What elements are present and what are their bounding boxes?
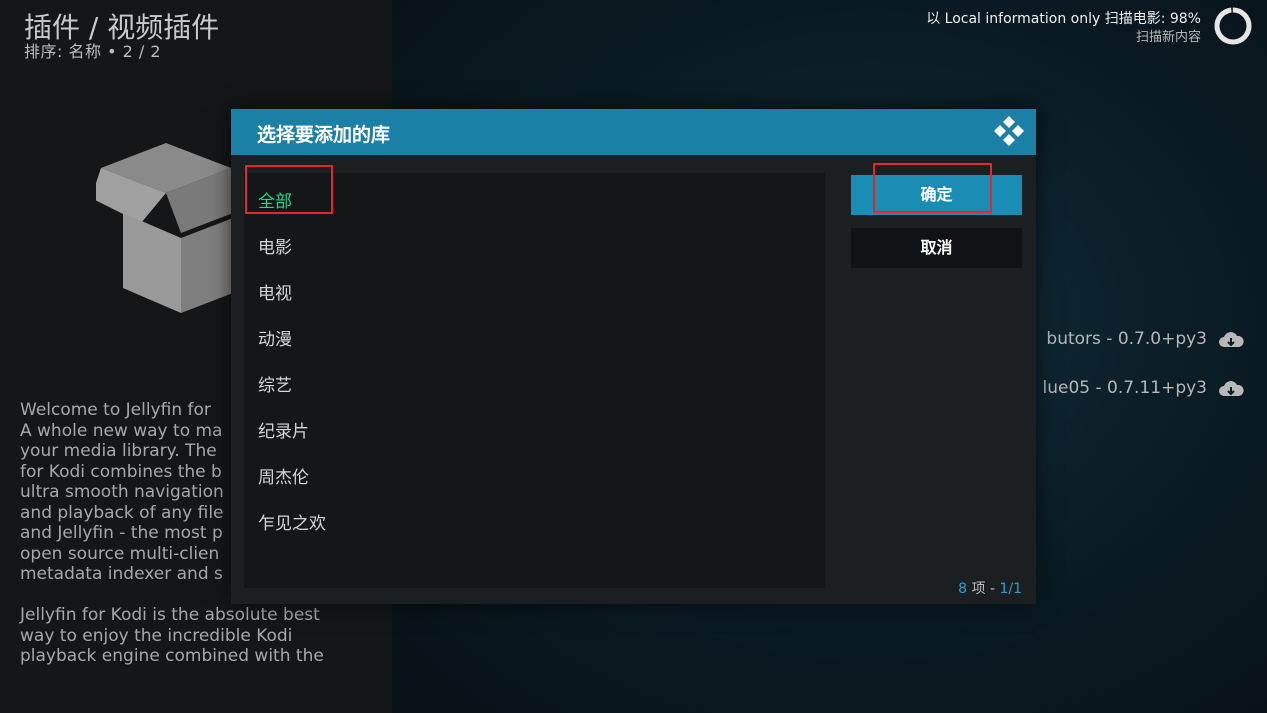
library-item-documentary[interactable]: 纪录片 bbox=[258, 417, 309, 442]
library-item-variety[interactable]: 综艺 bbox=[258, 371, 292, 396]
cloud-download-icon bbox=[1219, 381, 1244, 396]
library-item-movies[interactable]: 电影 bbox=[258, 233, 292, 258]
addon-list-item[interactable]: lue05 - 0.7.11+py3 bbox=[1042, 378, 1207, 398]
item-count-label: 项 - bbox=[967, 581, 1000, 597]
dialog-title: 选择要添加的库 bbox=[257, 124, 391, 146]
scan-subtitle: 扫描新内容 bbox=[1135, 30, 1201, 45]
addon-name: butors - 0.7.0+py3 bbox=[1046, 329, 1207, 349]
page-indicator: 1/1 bbox=[999, 581, 1022, 597]
select-library-dialog: 选择要添加的库 全部 电影 电视 动漫 综艺 纪录片 周杰伦 乍见之欢 确定 取… bbox=[231, 109, 1036, 604]
scan-progress-icon bbox=[1214, 7, 1252, 45]
library-item-anime[interactable]: 动漫 bbox=[258, 325, 292, 350]
library-list: 全部 电影 电视 动漫 综艺 纪录片 周杰伦 乍见之欢 bbox=[244, 173, 825, 588]
addon-name: lue05 - 0.7.11+py3 bbox=[1042, 378, 1207, 398]
dialog-header: 选择要添加的库 bbox=[231, 109, 1036, 155]
library-item-tv[interactable]: 电视 bbox=[258, 279, 292, 304]
addon-list-item[interactable]: butors - 0.7.0+py3 bbox=[1046, 329, 1207, 349]
sort-info: 排序: 名称 • 2 / 2 bbox=[24, 42, 162, 61]
cloud-download-icon bbox=[1219, 332, 1244, 347]
ok-highlight bbox=[873, 163, 992, 213]
item-count: 8 项 - 1/1 bbox=[958, 578, 1022, 598]
scan-status: 以 Local information only 扫描电影: 98% bbox=[926, 11, 1201, 27]
selection-highlight bbox=[245, 165, 333, 214]
cancel-button[interactable]: 取消 bbox=[851, 228, 1022, 268]
library-item-zhajian[interactable]: 乍见之欢 bbox=[258, 509, 326, 534]
library-item-jay-chou[interactable]: 周杰伦 bbox=[258, 463, 309, 488]
item-count-number: 8 bbox=[958, 581, 968, 597]
kodi-logo-icon bbox=[994, 116, 1024, 146]
